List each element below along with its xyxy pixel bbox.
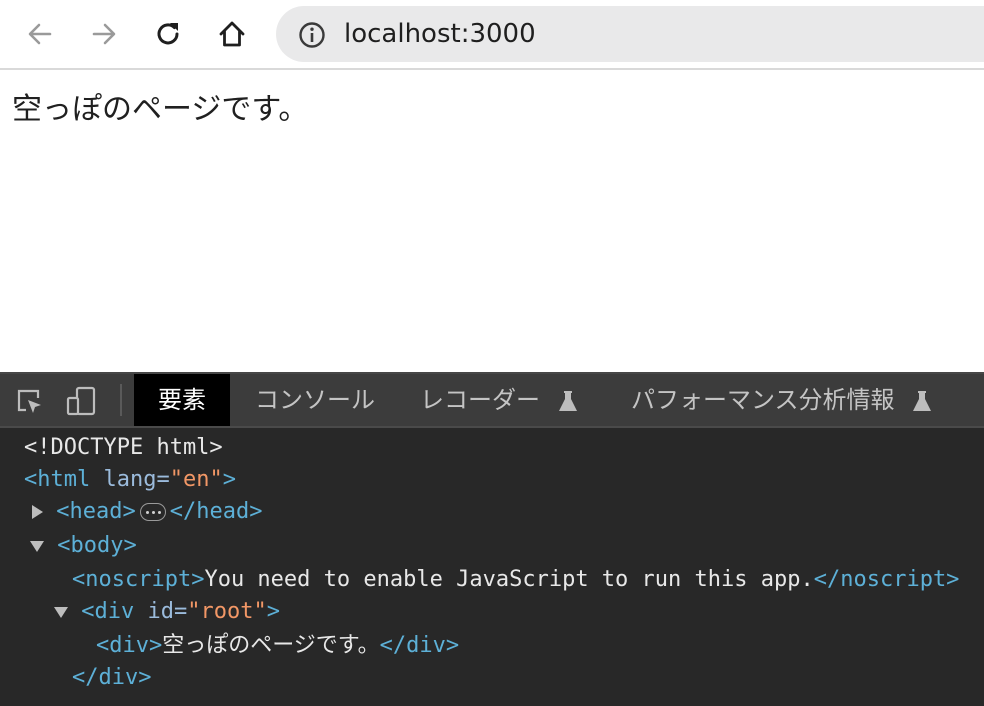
tab-elements[interactable]: 要素 (134, 374, 230, 426)
html-tag-open: <html (24, 467, 91, 492)
home-icon (219, 21, 245, 47)
tab-performance-insights-label: パフォーマンス分析情報 (631, 386, 895, 414)
dom-node-head[interactable]: <head> </head> (32, 496, 262, 528)
html-attr-value: "en" (169, 467, 223, 492)
back-button[interactable] (20, 14, 60, 54)
devtools-panel: 要素 コンソール レコーダー パフォーマンス分析情報 <!DOCTYPE htm… (0, 372, 984, 706)
page-content-text: 空っぽのページです。 (12, 92, 309, 127)
dom-node-div-root[interactable]: <div id="root"> (54, 596, 280, 628)
dom-tree: <!DOCTYPE html> <html lang="en"> <head> <… (0, 428, 984, 706)
doctype-text: <!DOCTYPE html> (24, 435, 223, 460)
dom-node-doctype[interactable]: <!DOCTYPE html> (24, 432, 223, 464)
device-toggle-icon (66, 386, 96, 416)
reload-icon (157, 23, 179, 45)
forward-button[interactable] (84, 14, 124, 54)
back-arrow-icon (28, 23, 52, 45)
dom-node-html[interactable]: <html lang="en"> (24, 464, 236, 496)
dom-node-noscript[interactable]: <noscript>You need to enable JavaScript … (72, 564, 959, 596)
tab-elements-label: 要素 (158, 386, 206, 414)
collapse-triangle-icon[interactable] (54, 606, 68, 618)
flask-icon (558, 391, 577, 411)
tab-recorder-label: レコーダー (420, 386, 540, 414)
body-tag-open: <body> (57, 533, 137, 558)
collapsed-ellipsis-icon[interactable] (139, 503, 166, 521)
div-attr-name: id= (147, 599, 188, 624)
html-tag-bracket: > (222, 467, 236, 492)
noscript-tag-open: <noscript> (72, 567, 205, 592)
noscript-tag-close: </noscript> (813, 567, 960, 592)
tab-recorder[interactable]: レコーダー (420, 374, 578, 426)
forward-arrow-icon (92, 23, 116, 45)
home-button[interactable] (212, 14, 252, 54)
div-attr-value: "root" (187, 599, 267, 624)
inner-div-tag-open: <div> (96, 633, 163, 658)
dom-node-body[interactable]: <body> (30, 530, 137, 562)
div-tag-open: <div (81, 599, 135, 624)
inner-div-tag-close: </div> (379, 633, 460, 658)
flask-icon (913, 391, 932, 411)
div-tag-bracket: > (266, 599, 280, 624)
inspect-element-icon (17, 389, 41, 413)
tab-performance-insights[interactable]: パフォーマンス分析情報 (631, 374, 932, 426)
div-tag-close: </div> (72, 665, 152, 690)
address-bar[interactable]: localhost:3000 (276, 6, 984, 62)
expand-triangle-icon[interactable] (32, 505, 43, 519)
dom-node-div-close[interactable]: </div> (72, 662, 151, 694)
devtools-tabbar: 要素 コンソール レコーダー パフォーマンス分析情報 (0, 374, 984, 428)
noscript-text: You need to enable JavaScript to run thi… (204, 567, 814, 592)
head-tag-close: </head> (169, 499, 263, 524)
browser-toolbar: localhost:3000 (0, 0, 984, 70)
collapse-triangle-icon[interactable] (30, 540, 44, 552)
page-viewport: 空っぽのページです。 (0, 70, 984, 372)
dom-node-inner-div[interactable]: <div>空っぽのページです。</div> (96, 630, 459, 662)
device-toggle-button[interactable] (64, 384, 98, 418)
info-icon[interactable] (298, 21, 326, 49)
url-text[interactable]: localhost:3000 (344, 18, 536, 50)
toolbar-separator (120, 384, 122, 416)
reload-button[interactable] (148, 14, 188, 54)
html-attr-name: lang= (103, 467, 170, 492)
inner-div-text: 空っぽのページです。 (162, 633, 380, 658)
head-tag-open: <head> (56, 499, 136, 524)
inspect-element-button[interactable] (12, 384, 46, 418)
tab-console[interactable]: コンソール (255, 374, 375, 426)
tab-console-label: コンソール (255, 386, 375, 414)
